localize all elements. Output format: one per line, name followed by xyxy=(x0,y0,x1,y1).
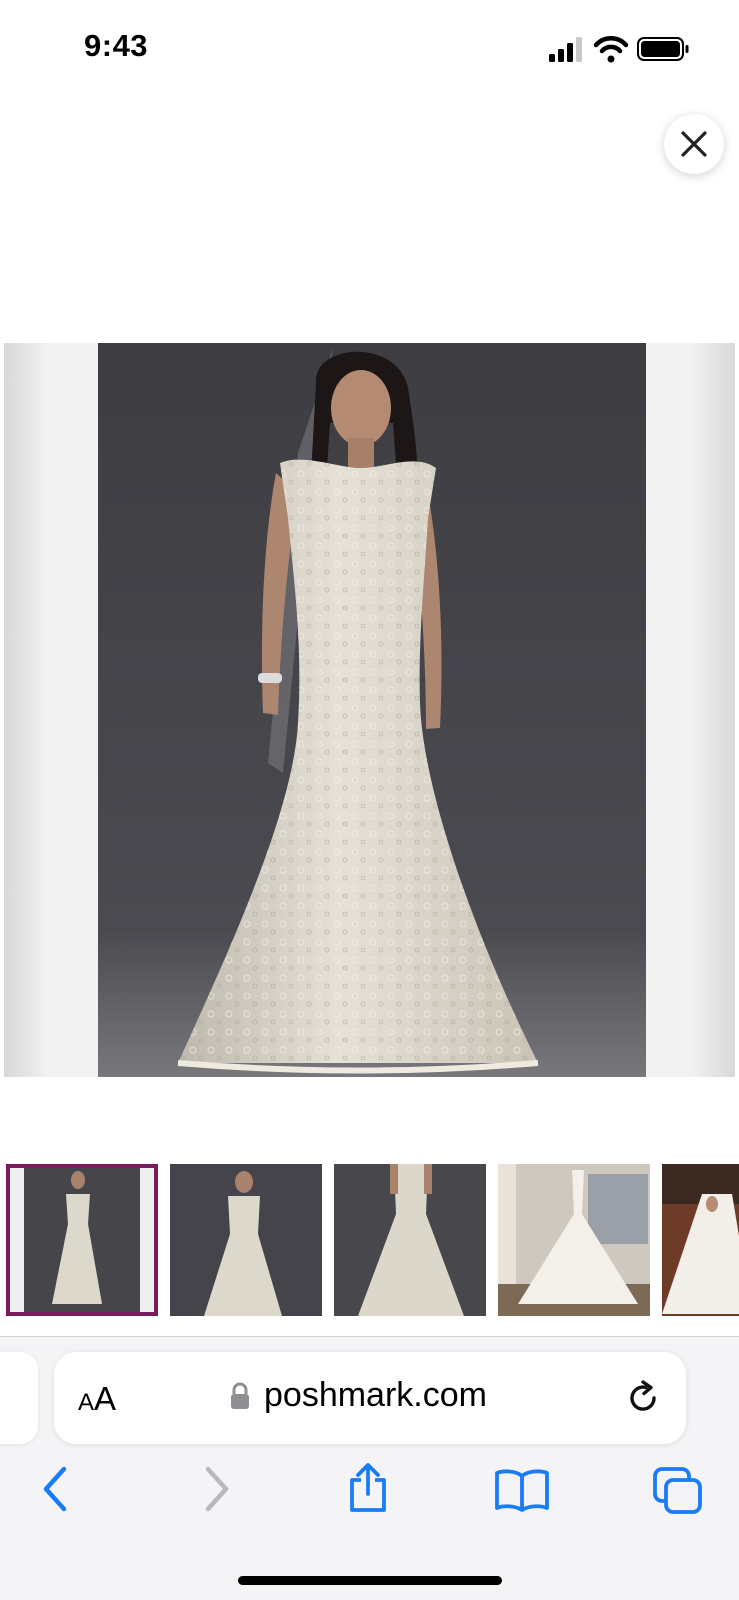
url-text: poshmark.com xyxy=(264,1376,487,1414)
reader-mode-button[interactable]: AA xyxy=(78,1380,116,1418)
tabs-icon[interactable] xyxy=(652,1466,704,1516)
status-bar: 9:43 xyxy=(0,0,739,100)
battery-icon xyxy=(637,37,689,61)
wedding-dress-photo-2 xyxy=(170,1164,322,1316)
status-time: 9:43 xyxy=(84,28,149,63)
reader-small-a: A xyxy=(78,1389,95,1416)
wedding-dress-photo-5 xyxy=(662,1164,739,1316)
wifi-icon xyxy=(593,35,629,63)
forward-icon[interactable] xyxy=(198,1465,234,1513)
share-icon[interactable] xyxy=(346,1462,390,1514)
thumbnail-3[interactable] xyxy=(334,1164,486,1316)
main-photo-viewer[interactable] xyxy=(4,343,735,1077)
lock-icon xyxy=(231,1382,249,1409)
wedding-dress-photo-3 xyxy=(334,1164,486,1316)
previous-tab-preview[interactable] xyxy=(0,1352,38,1444)
home-indicator[interactable] xyxy=(238,1576,502,1585)
reader-big-a: A xyxy=(94,1380,117,1417)
close-button[interactable] xyxy=(664,114,724,174)
wedding-dress-photo-1 xyxy=(98,343,646,1077)
thumbnail-1[interactable] xyxy=(6,1164,158,1316)
address-bar[interactable]: AA poshmark.com xyxy=(54,1352,686,1444)
bookmarks-icon[interactable] xyxy=(494,1468,550,1512)
thumbnail-strip xyxy=(0,1162,739,1318)
thumbnail-2[interactable] xyxy=(170,1164,322,1316)
cellular-signal-icon xyxy=(549,37,582,62)
close-icon xyxy=(681,131,707,157)
wedding-dress-photo-1 xyxy=(6,1164,158,1316)
back-icon[interactable] xyxy=(38,1465,74,1513)
thumbnail-4[interactable] xyxy=(498,1164,650,1316)
status-icons xyxy=(541,34,691,64)
wedding-dress-photo-4 xyxy=(498,1164,650,1316)
thumbnail-5[interactable] xyxy=(662,1164,739,1316)
reload-icon[interactable] xyxy=(624,1378,664,1418)
